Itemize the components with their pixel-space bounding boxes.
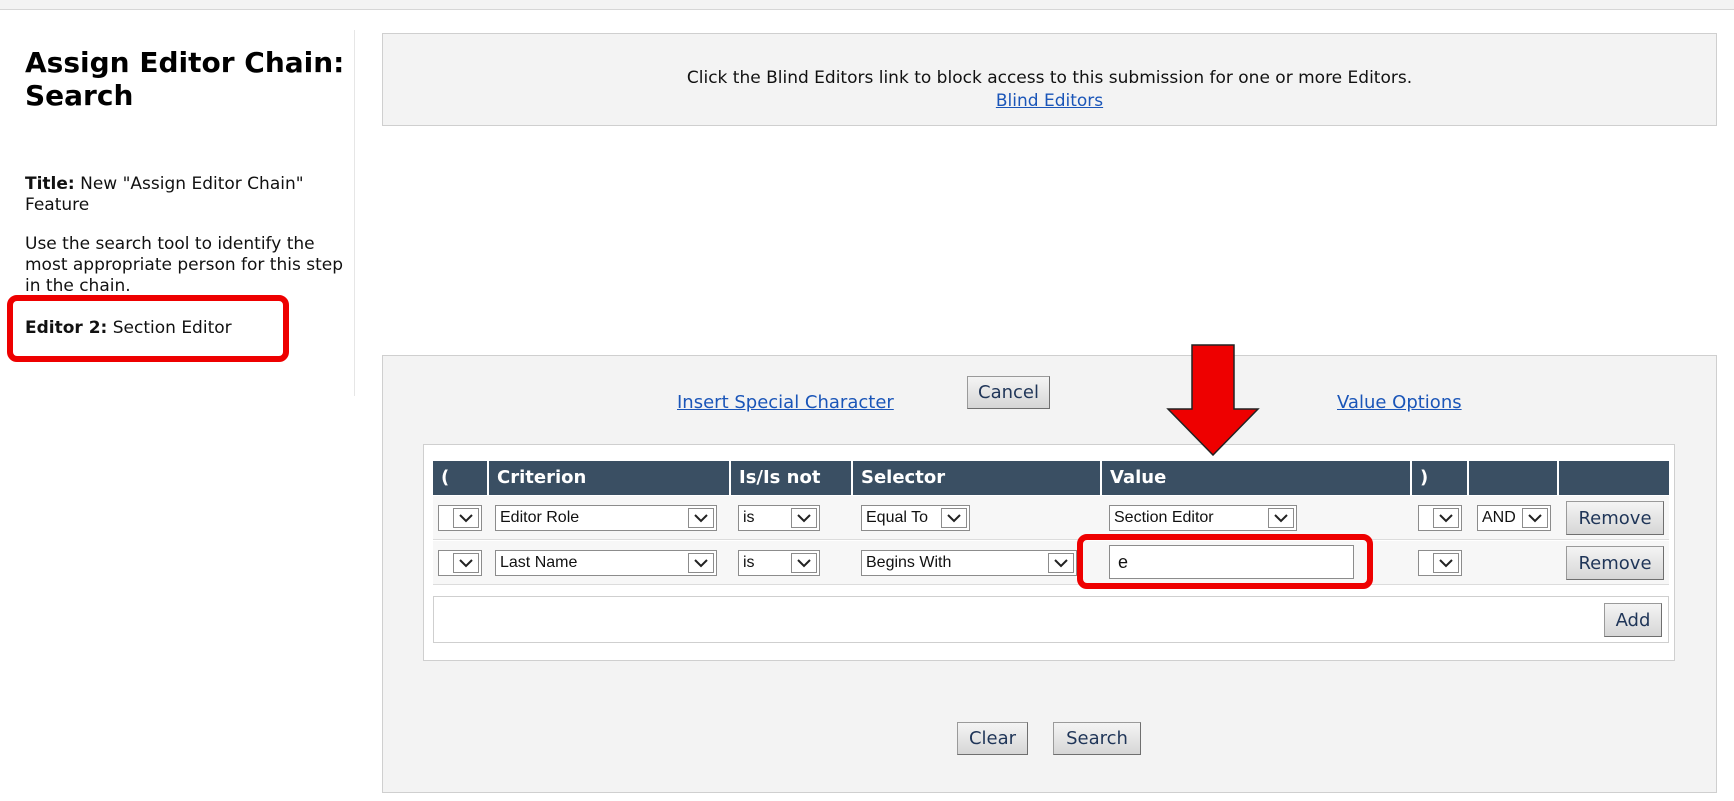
chevron-down-icon <box>1433 508 1459 528</box>
chevron-down-icon <box>941 508 967 528</box>
value-select[interactable]: Section Editor <box>1109 505 1297 531</box>
open-paren-select[interactable] <box>438 505 482 531</box>
chevron-down-icon <box>1433 553 1459 573</box>
blind-editors-panel: Click the Blind Editors link to block ac… <box>382 33 1717 126</box>
chevron-down-icon <box>688 553 714 573</box>
add-button[interactable]: Add <box>1604 603 1662 637</box>
search-button[interactable]: Search <box>1053 722 1141 755</box>
is-not-value: is <box>743 554 755 571</box>
criterion-select[interactable]: Editor Role <box>495 505 717 531</box>
open-paren-select[interactable] <box>438 550 482 576</box>
is-not-select[interactable]: is <box>738 550 820 576</box>
chevron-down-icon <box>791 553 817 573</box>
chevron-down-icon <box>1268 508 1294 528</box>
selector-value: Equal To <box>866 509 928 526</box>
page-title: Assign Editor Chain: Search <box>25 46 345 112</box>
editor-highlight-box <box>7 295 289 362</box>
chevron-down-icon <box>1522 508 1548 528</box>
close-paren-select[interactable] <box>1418 550 1462 576</box>
selector-select[interactable]: Begins With <box>861 550 1077 576</box>
selector-select[interactable]: Equal To <box>861 505 970 531</box>
criterion-select[interactable]: Last Name <box>495 550 717 576</box>
header-close-paren: ) <box>1412 461 1469 495</box>
chevron-down-icon <box>791 508 817 528</box>
criterion-value: Last Name <box>500 554 578 571</box>
criteria-row: Editor Role is Equal To Section Editor A… <box>433 496 1669 540</box>
chevron-down-icon <box>1048 553 1074 573</box>
header-actions <box>1559 461 1669 495</box>
close-paren-select[interactable] <box>1418 505 1462 531</box>
value-options-link[interactable]: Value Options <box>1337 392 1462 413</box>
conjunction-value: AND <box>1482 509 1516 526</box>
blind-editors-link[interactable]: Blind Editors <box>996 91 1103 111</box>
criteria-grid: ( Criterion Is/Is not Selector Value ) E… <box>423 444 1675 661</box>
criterion-value: Editor Role <box>500 509 580 526</box>
down-arrow-icon <box>1166 344 1260 456</box>
chevron-down-icon <box>688 508 714 528</box>
top-rule <box>0 0 1734 10</box>
value-highlight-box <box>1077 534 1373 589</box>
criteria-row: Last Name is Begins With e Remove <box>433 541 1669 585</box>
criteria-header: ( Criterion Is/Is not Selector Value ) <box>433 461 1669 495</box>
selector-value: Begins With <box>866 554 952 571</box>
cancel-button[interactable]: Cancel <box>967 376 1050 409</box>
search-description: Use the search tool to identify the most… <box>25 234 344 296</box>
remove-button[interactable]: Remove <box>1566 546 1664 580</box>
header-is-not: Is/Is not <box>731 461 853 495</box>
header-open-paren: ( <box>433 461 489 495</box>
header-selector: Selector <box>853 461 1102 495</box>
title-label: Title: <box>25 174 75 194</box>
value-select-value: Section Editor <box>1114 509 1214 526</box>
submission-title: Title: New "Assign Editor Chain" Feature <box>25 174 345 216</box>
remove-button[interactable]: Remove <box>1566 501 1664 535</box>
is-not-value: is <box>743 509 755 526</box>
header-conjunction <box>1469 461 1559 495</box>
chevron-down-icon <box>453 508 479 528</box>
is-not-select[interactable]: is <box>738 505 820 531</box>
blind-editors-message: Click the Blind Editors link to block ac… <box>686 68 1413 88</box>
add-row-area: Add <box>433 596 1669 643</box>
conjunction-select[interactable]: AND <box>1477 505 1551 531</box>
chevron-down-icon <box>453 553 479 573</box>
insert-special-character-link[interactable]: Insert Special Character <box>677 392 894 413</box>
header-value: Value <box>1102 461 1412 495</box>
clear-button[interactable]: Clear <box>957 722 1028 755</box>
header-criterion: Criterion <box>489 461 731 495</box>
search-panel: Insert Special Character Cancel Value Op… <box>382 355 1717 793</box>
